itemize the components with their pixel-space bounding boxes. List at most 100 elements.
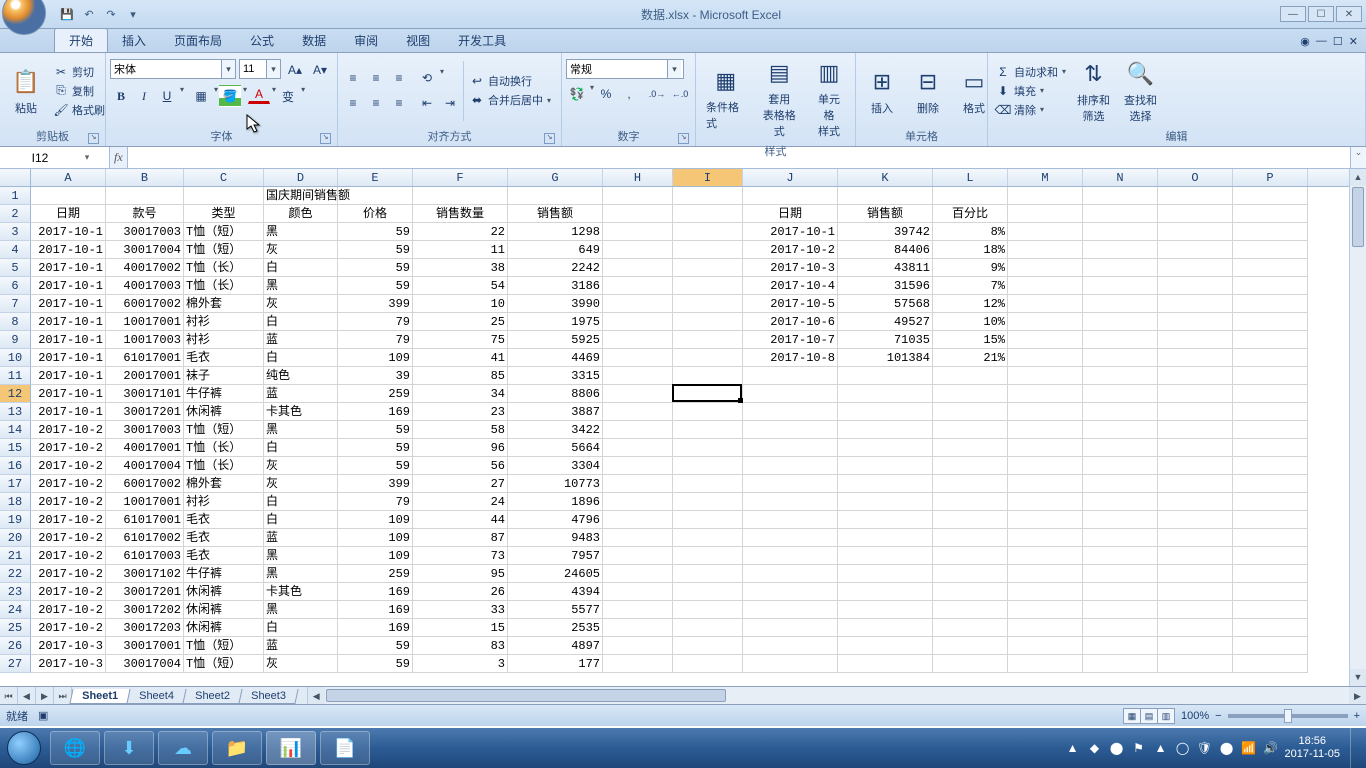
cut-button[interactable]: ✂剪切 (50, 63, 108, 81)
cell[interactable] (743, 403, 838, 421)
cell[interactable]: 休闲裤 (184, 403, 264, 421)
cell[interactable]: 白 (264, 511, 338, 529)
cell[interactable] (838, 439, 933, 457)
cell[interactable] (933, 583, 1008, 601)
cell[interactable]: 10017003 (106, 331, 184, 349)
decrease-decimal-button[interactable]: ←.0 (669, 83, 691, 105)
cell[interactable] (603, 619, 673, 637)
cell[interactable] (1158, 637, 1233, 655)
number-format-combo[interactable]: ▾ (566, 59, 684, 79)
cell[interactable] (743, 655, 838, 673)
cell[interactable]: 109 (338, 529, 413, 547)
cell[interactable]: 169 (338, 583, 413, 601)
row-header[interactable]: 25 (0, 619, 31, 637)
merge-center-button[interactable]: ⬌合并后居中▾ (466, 91, 554, 109)
cell[interactable] (1083, 187, 1158, 205)
cell[interactable] (743, 493, 838, 511)
cell[interactable] (1158, 259, 1233, 277)
cell[interactable]: 类型 (184, 205, 264, 223)
row-header[interactable]: 22 (0, 565, 31, 583)
cell[interactable]: 31596 (838, 277, 933, 295)
cell[interactable]: 衬衫 (184, 331, 264, 349)
find-select-button[interactable]: 🔍查找和 选择 (1118, 56, 1163, 126)
cell[interactable]: 2017-10-2 (31, 457, 106, 475)
minimize-button[interactable]: — (1280, 6, 1306, 22)
cell[interactable]: 10 (413, 295, 508, 313)
cell[interactable] (603, 565, 673, 583)
cell[interactable] (673, 205, 743, 223)
cell[interactable]: 30017201 (106, 583, 184, 601)
launcher-icon[interactable]: ↘ (544, 133, 555, 144)
cell[interactable] (603, 223, 673, 241)
cell[interactable] (1008, 349, 1083, 367)
cell[interactable] (1008, 205, 1083, 223)
cell[interactable]: 85 (413, 367, 508, 385)
cell[interactable] (1233, 403, 1308, 421)
cell[interactable]: 11 (413, 241, 508, 259)
cell[interactable]: 10773 (508, 475, 603, 493)
close-workbook-icon[interactable]: ✕ (1349, 35, 1358, 48)
cell[interactable]: 61017002 (106, 529, 184, 547)
cell[interactable] (743, 547, 838, 565)
cell[interactable] (673, 223, 743, 241)
cell[interactable]: 24605 (508, 565, 603, 583)
cell[interactable] (743, 583, 838, 601)
cell[interactable] (673, 529, 743, 547)
cell[interactable]: 1298 (508, 223, 603, 241)
cell[interactable] (838, 637, 933, 655)
cell[interactable] (1158, 367, 1233, 385)
cell[interactable]: 灰 (264, 475, 338, 493)
cell[interactable] (673, 187, 743, 205)
cell[interactable] (1158, 565, 1233, 583)
sheet-prev-icon[interactable]: ◀ (18, 687, 36, 704)
cell[interactable]: 33 (413, 601, 508, 619)
cell[interactable]: 2017-10-6 (743, 313, 838, 331)
cell[interactable]: 2017-10-2 (31, 475, 106, 493)
row-header[interactable]: 20 (0, 529, 31, 547)
cell[interactable] (743, 367, 838, 385)
row-header[interactable]: 21 (0, 547, 31, 565)
cell[interactable] (1083, 205, 1158, 223)
cell[interactable]: 4394 (508, 583, 603, 601)
cell[interactable] (743, 529, 838, 547)
cell[interactable]: 销售额 (838, 205, 933, 223)
cell[interactable] (673, 295, 743, 313)
help-icon[interactable]: ◉ (1300, 35, 1310, 48)
row-header[interactable]: 18 (0, 493, 31, 511)
cell[interactable] (838, 529, 933, 547)
cell[interactable]: 39742 (838, 223, 933, 241)
cell[interactable]: 毛衣 (184, 547, 264, 565)
cell[interactable]: 毛衣 (184, 529, 264, 547)
cell[interactable] (603, 529, 673, 547)
tab-insert[interactable]: 插入 (108, 29, 160, 52)
font-size-combo[interactable]: ▾ (239, 59, 281, 79)
cell[interactable] (673, 637, 743, 655)
cell[interactable]: 白 (264, 619, 338, 637)
taskbar-app-excel[interactable]: 📊 (266, 731, 316, 765)
cell[interactable] (1158, 187, 1233, 205)
cell[interactable]: 2017-10-2 (743, 241, 838, 259)
cell[interactable] (1008, 439, 1083, 457)
cell[interactable]: 4796 (508, 511, 603, 529)
fill-button[interactable]: ⬇填充▾ (992, 82, 1069, 100)
row-header[interactable]: 12 (0, 385, 31, 403)
taskbar-app-explorer[interactable]: 📁 (212, 731, 262, 765)
cell[interactable] (1233, 475, 1308, 493)
cell[interactable]: 百分比 (933, 205, 1008, 223)
cell[interactable] (603, 205, 673, 223)
cell[interactable] (933, 367, 1008, 385)
cell[interactable]: 5925 (508, 331, 603, 349)
cell[interactable]: 3990 (508, 295, 603, 313)
cell[interactable]: 59 (338, 457, 413, 475)
cell[interactable]: 60017002 (106, 295, 184, 313)
row-header[interactable]: 24 (0, 601, 31, 619)
taskbar-app-thunder[interactable]: ⬇ (104, 731, 154, 765)
cell[interactable]: 2017-10-2 (31, 601, 106, 619)
cell[interactable] (838, 367, 933, 385)
cell[interactable] (1083, 385, 1158, 403)
cell[interactable] (673, 583, 743, 601)
cell[interactable] (1008, 241, 1083, 259)
cell[interactable] (1233, 565, 1308, 583)
normal-view-button[interactable]: ▦ (1123, 708, 1141, 724)
pinyin-button[interactable]: 变 (277, 85, 299, 107)
